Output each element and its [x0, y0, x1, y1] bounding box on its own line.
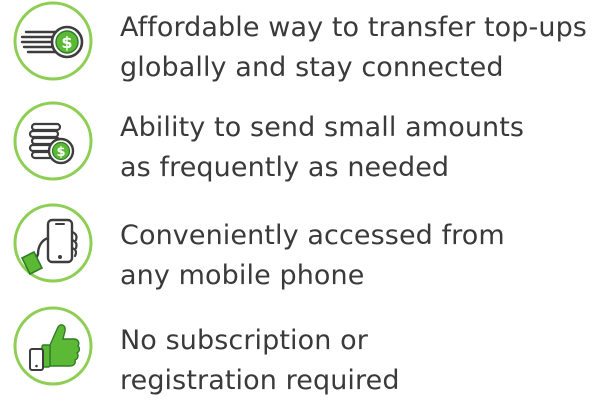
benefits-list: $ Affordable way to transfer top-ups glo…: [0, 0, 592, 396]
benefit-line-2: any mobile phone: [120, 260, 365, 291]
benefit-line-2: registration required: [120, 365, 400, 396]
fast-money-coin-icon: $: [12, 0, 94, 82]
benefit-text: No subscription or registration required: [120, 321, 400, 401]
benefit-line-1: No subscription or: [120, 325, 368, 356]
benefit-line-1: Conveniently accessed from: [120, 220, 505, 251]
benefit-line-2: as frequently as needed: [120, 152, 450, 183]
benefit-line-2: globally and stay connected: [120, 52, 504, 83]
benefit-line-1: Affordable way to transfer top-ups: [120, 12, 587, 43]
svg-text:$: $: [56, 145, 65, 160]
benefit-text: Ability to send small amounts as frequen…: [120, 108, 524, 188]
benefit-line-1: Ability to send small amounts: [120, 112, 525, 143]
benefit-item-no-subscription: No subscription or registration required: [0, 305, 592, 396]
hand-holding-phone-icon: [12, 202, 94, 284]
benefit-text: Affordable way to transfer top-ups globa…: [120, 8, 587, 88]
benefit-item-affordable: $ Affordable way to transfer top-ups glo…: [0, 0, 592, 83]
thumbs-up-phone-icon: [12, 305, 94, 387]
coin-stack-icon: $: [12, 100, 94, 182]
benefit-item-small-amounts: $ Ability to send small amounts as frequ…: [0, 100, 592, 183]
benefit-item-mobile: Conveniently accessed from any mobile ph…: [0, 202, 592, 291]
benefit-text: Conveniently accessed from any mobile ph…: [120, 216, 505, 296]
svg-text:$: $: [61, 33, 72, 52]
